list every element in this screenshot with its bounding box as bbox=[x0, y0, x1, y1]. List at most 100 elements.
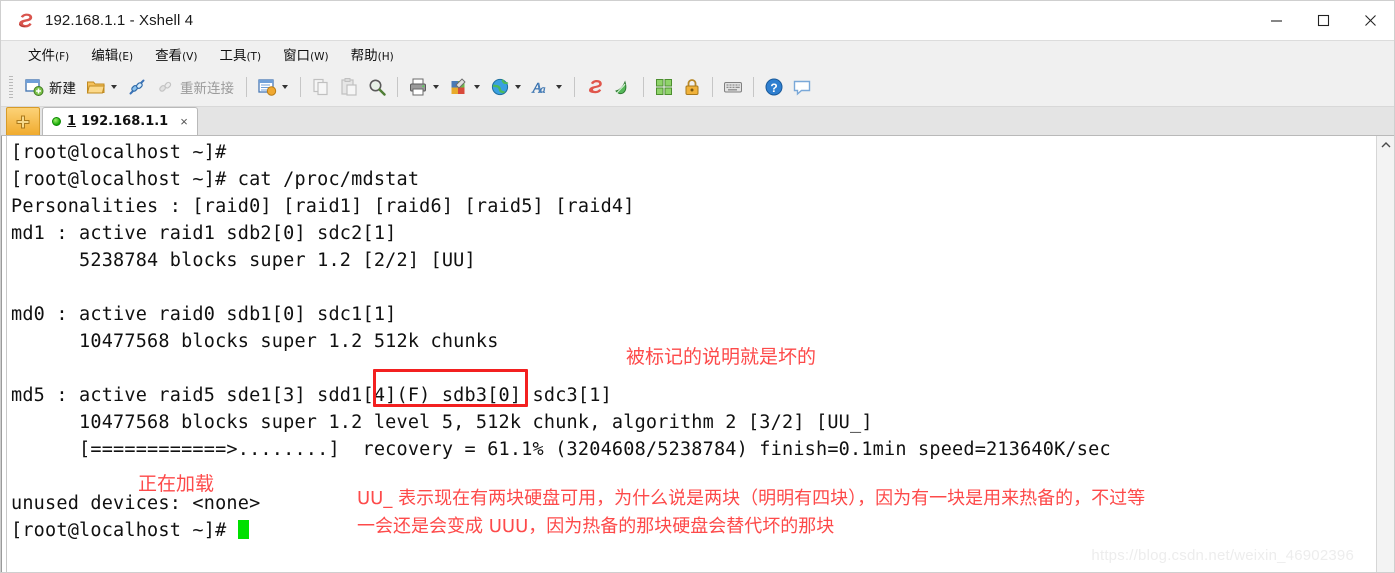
paste-button[interactable] bbox=[335, 73, 363, 101]
terminal-line: [root@localhost ~]# bbox=[11, 142, 227, 163]
chat-icon bbox=[792, 77, 812, 97]
tab-session-1[interactable]: 1 192.168.1.1 × bbox=[42, 107, 198, 135]
open-session-dropdown-caret[interactable] bbox=[111, 84, 117, 89]
terminal-output[interactable]: [root@localhost ~]# [root@localhost ~]# … bbox=[7, 136, 1376, 572]
menu-item-edit[interactable]: 编辑(E) bbox=[80, 42, 144, 66]
window-title: 192.168.1.1 - Xshell 4 bbox=[45, 12, 194, 29]
font-button[interactable]: A a bbox=[527, 73, 568, 101]
chat-button[interactable] bbox=[788, 73, 816, 101]
xshell-button[interactable] bbox=[581, 73, 609, 101]
title-bar-left: 192.168.1.1 - Xshell 4 bbox=[1, 11, 193, 31]
window-controls bbox=[1253, 1, 1394, 40]
menu-item-view[interactable]: 查看(V) bbox=[144, 42, 208, 66]
print-button[interactable] bbox=[404, 73, 445, 101]
menu-item-edit-mnemonic: (E) bbox=[118, 51, 134, 63]
new-session-label: 新建 bbox=[49, 80, 76, 97]
help-icon: ? bbox=[764, 77, 784, 97]
maximize-button[interactable] bbox=[1300, 1, 1347, 40]
new-session-button[interactable]: 新建 bbox=[20, 73, 82, 101]
menu-item-window[interactable]: 窗口(W) bbox=[272, 42, 340, 66]
toolbar-separator-4 bbox=[574, 76, 575, 97]
menu-item-file-mnemonic: (F) bbox=[55, 51, 70, 63]
reconnect-button[interactable]: 重新连接 bbox=[151, 73, 240, 101]
terminal-prompt-text: [root@localhost ~]# bbox=[11, 520, 238, 541]
copy-button[interactable] bbox=[307, 73, 335, 101]
menu-item-window-mnemonic: (W) bbox=[310, 51, 329, 63]
terminal-line: md0 : active raid0 sdb1[0] sdc1[1] bbox=[11, 304, 397, 325]
globe-button[interactable] bbox=[486, 73, 527, 101]
lock-icon bbox=[682, 77, 702, 97]
color-scheme-dropdown-caret[interactable] bbox=[474, 84, 480, 89]
new-tab-button[interactable] bbox=[6, 107, 40, 135]
font-icon: A a bbox=[531, 77, 551, 97]
tab-bar: 1 192.168.1.1 × bbox=[1, 107, 1394, 136]
new-session-icon bbox=[24, 77, 44, 97]
find-button[interactable] bbox=[363, 73, 391, 101]
menu-item-file-label: 文件 bbox=[28, 48, 55, 64]
tab-label: 1 192.168.1.1 bbox=[67, 114, 168, 129]
xshell-window: 192.168.1.1 - Xshell 4 文件(F) 编辑(E) 查看(V)… bbox=[0, 0, 1395, 573]
svg-text:?: ? bbox=[770, 81, 777, 95]
tab-close-icon[interactable]: × bbox=[178, 114, 190, 129]
menu-item-view-label: 查看 bbox=[155, 48, 183, 64]
menu-item-help-mnemonic: (H) bbox=[377, 51, 394, 63]
toolbar-separator-3 bbox=[397, 76, 398, 97]
search-icon bbox=[367, 77, 387, 97]
scrollbar-track[interactable] bbox=[1377, 153, 1394, 572]
print-dropdown-caret[interactable] bbox=[433, 84, 439, 89]
menu-item-tools[interactable]: 工具(T) bbox=[208, 42, 272, 66]
menu-item-file[interactable]: 文件(F) bbox=[17, 42, 80, 66]
print-icon bbox=[408, 77, 428, 97]
scroll-up-button[interactable] bbox=[1377, 136, 1394, 153]
terminal-line: 5238784 blocks super 1.2 [2/2] [UU] bbox=[11, 250, 476, 271]
watermark: https://blog.csdn.net/weixin_46902396 bbox=[1091, 547, 1354, 564]
toolbar-separator-2 bbox=[300, 76, 301, 97]
help-button[interactable]: ? bbox=[760, 73, 788, 101]
terminal-line: 10477568 blocks super 1.2 level 5, 512k … bbox=[11, 412, 873, 433]
globe-dropdown-caret[interactable] bbox=[515, 84, 521, 89]
connect-icon bbox=[127, 77, 147, 97]
terminal-line: md1 : active raid1 sdb2[0] sdc2[1] bbox=[11, 223, 397, 244]
arrange-windows-button[interactable] bbox=[650, 73, 678, 101]
xshell-icon bbox=[585, 77, 605, 97]
session-properties-icon bbox=[257, 77, 277, 97]
close-button[interactable] bbox=[1347, 1, 1394, 40]
terminal-line-prompt: [root@localhost ~]# bbox=[7, 517, 1376, 544]
menu-item-help[interactable]: 帮助(H) bbox=[340, 42, 405, 66]
xftp-button[interactable] bbox=[609, 73, 637, 101]
session-properties-button[interactable] bbox=[253, 73, 294, 101]
menu-item-tools-mnemonic: (T) bbox=[246, 51, 262, 63]
minimize-button[interactable] bbox=[1253, 1, 1300, 40]
disconnect-icon bbox=[155, 77, 175, 97]
terminal-line: [============>........] recovery = 61.1%… bbox=[11, 439, 1111, 460]
xshell-logo-icon bbox=[15, 11, 35, 31]
color-scheme-icon bbox=[449, 77, 469, 97]
open-session-button[interactable] bbox=[82, 73, 123, 101]
terminal-line: [root@localhost ~]# cat /proc/mdstat bbox=[11, 169, 420, 190]
color-scheme-button[interactable] bbox=[445, 73, 486, 101]
open-folder-icon bbox=[86, 77, 106, 97]
lock-button[interactable] bbox=[678, 73, 706, 101]
globe-icon bbox=[490, 77, 510, 97]
xftp-icon bbox=[613, 77, 633, 97]
title-bar: 192.168.1.1 - Xshell 4 bbox=[1, 1, 1394, 40]
toolbar-grip[interactable] bbox=[9, 75, 13, 98]
tab-index: 1 bbox=[67, 114, 77, 129]
session-properties-dropdown-caret[interactable] bbox=[282, 84, 288, 89]
menu-item-view-mnemonic: (V) bbox=[182, 51, 198, 63]
toolbar: 新建 重新连接 A a ? bbox=[1, 67, 1394, 107]
keyboard-button[interactable] bbox=[719, 73, 747, 101]
terminal-line: unused devices: <none> bbox=[11, 493, 261, 514]
menu-bar: 文件(F) 编辑(E) 查看(V) 工具(T) 窗口(W) 帮助(H) bbox=[1, 40, 1394, 67]
font-dropdown-caret[interactable] bbox=[556, 84, 562, 89]
arrange-windows-icon bbox=[654, 77, 674, 97]
connect-button[interactable] bbox=[123, 73, 151, 101]
menu-item-help-label: 帮助 bbox=[350, 48, 378, 64]
terminal-line: 10477568 blocks super 1.2 512k chunks bbox=[11, 331, 499, 352]
copy-icon bbox=[311, 77, 331, 97]
menu-item-tools-label: 工具 bbox=[219, 48, 247, 64]
toolbar-separator-1 bbox=[246, 76, 247, 97]
terminal-area: [root@localhost ~]# [root@localhost ~]# … bbox=[1, 136, 1394, 572]
terminal-scrollbar[interactable] bbox=[1376, 136, 1394, 572]
